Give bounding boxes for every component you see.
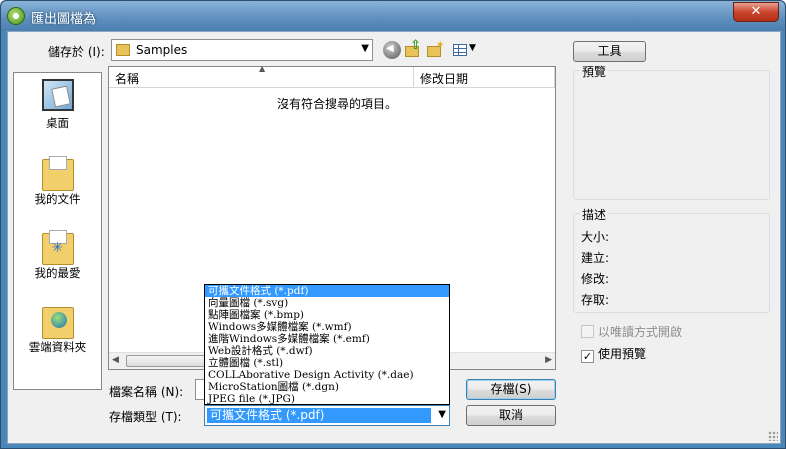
filetype-option[interactable]: JPEG file (*.JPG) <box>205 393 449 405</box>
checkbox-box <box>581 325 594 338</box>
column-header-name[interactable]: ▲ 名稱 <box>109 64 414 88</box>
up-folder-icon[interactable]: ⇧ <box>405 38 423 59</box>
folder-icon <box>116 44 130 56</box>
created-label: 建立: <box>581 251 610 265</box>
filetype-option[interactable]: COLLAborative Design Activity (*.dae) <box>205 369 449 381</box>
filetype-option[interactable]: Windows多媒體檔案 (*.wmf) <box>205 321 449 333</box>
chevron-down-icon[interactable]: ▼ <box>438 409 446 420</box>
place-label: 桌面 <box>46 116 69 130</box>
save-in-value: Samples <box>136 43 188 57</box>
window-title: 匯出圖檔為 <box>31 12 97 27</box>
place-desktop[interactable]: 桌面 <box>14 79 101 131</box>
save-in-combo[interactable]: Samples ▼ <box>111 39 373 61</box>
place-my-documents[interactable]: 我的文件 <box>14 155 101 207</box>
modified-label: 修改: <box>581 272 610 286</box>
preview-title: 預覽 <box>580 63 609 80</box>
app-icon <box>7 7 25 25</box>
filetype-value: 可攜文件格式 (*.pdf) <box>207 408 431 423</box>
save-in-label: 儲存於 (I): <box>48 45 105 59</box>
filetype-option[interactable]: Web設計格式 (*.dwf) <box>205 345 449 357</box>
scroll-left-icon[interactable]: ◀ <box>112 355 119 365</box>
place-label: 雲端資料夾 <box>28 340 87 354</box>
scroll-right-icon[interactable]: ▶ <box>545 355 552 365</box>
filetype-label: 存檔類型 (T): <box>109 410 182 424</box>
place-label: 我的文件 <box>34 192 81 206</box>
description-panel: 描述 大小: 建立: 修改: 存取: <box>573 206 770 313</box>
sort-ascending-icon: ▲ <box>259 64 266 73</box>
description-title: 描述 <box>580 206 609 223</box>
my-documents-icon <box>41 156 74 191</box>
resize-grip-icon[interactable] <box>768 431 778 441</box>
title-bar[interactable]: 匯出圖檔為 ✕ <box>1 1 785 31</box>
place-label: 我的最愛 <box>34 266 81 280</box>
filetype-option[interactable]: 點陣圖檔案 (*.bmp) <box>205 309 449 321</box>
use-preview-checkbox[interactable]: ✓ 使用預覽 <box>581 345 646 363</box>
view-menu-icon[interactable]: ▼ <box>453 41 479 59</box>
filetype-option[interactable]: 立體圖檔 (*.stl) <box>205 357 449 369</box>
cloud-folder-icon <box>41 307 74 339</box>
filetype-option[interactable]: 向量圖檔 (*.svg) <box>205 297 449 309</box>
place-favorites[interactable]: ✳ 我的最愛 <box>14 229 101 281</box>
filetype-option[interactable]: 可攜文件格式 (*.pdf) <box>205 285 449 297</box>
checkmark-icon: ✓ <box>581 350 594 363</box>
dialog-body: 儲存於 (I): Samples ▼ ⇧ ✶ ▼ 桌面 我的文件 ✳ 我的最愛 <box>7 31 781 444</box>
filetype-option[interactable]: MicroStation圖檔 (*.dgn) <box>205 381 449 393</box>
size-label: 大小: <box>581 230 610 244</box>
close-button[interactable]: ✕ <box>733 2 779 22</box>
accessed-label: 存取: <box>581 293 610 307</box>
cancel-button[interactable]: 取消 <box>466 405 556 426</box>
export-dialog-window: 匯出圖檔為 ✕ 儲存於 (I): Samples ▼ ⇧ ✶ ▼ 桌面 我的文件… <box>0 0 786 449</box>
filetype-option[interactable]: 進階Windows多媒體檔案 (*.emf) <box>205 333 449 345</box>
desktop-icon <box>41 79 74 111</box>
preview-panel: 預覽 <box>573 63 770 200</box>
filetype-combo[interactable]: 可攜文件格式 (*.pdf) ▼ <box>204 405 450 426</box>
back-icon[interactable] <box>383 41 401 59</box>
empty-message: 沒有符合搜尋的項目。 <box>277 97 398 111</box>
place-cloud-folder[interactable]: 雲端資料夾 <box>14 303 101 355</box>
save-button[interactable]: 存檔(S) <box>466 379 556 400</box>
filename-label: 檔案名稱 (N): <box>109 385 184 399</box>
readonly-checkbox[interactable]: 以唯讀方式開啟 <box>581 323 682 340</box>
places-bar: 桌面 我的文件 ✳ 我的最愛 雲端資料夾 <box>13 72 102 390</box>
filetype-dropdown-list[interactable]: 可攜文件格式 (*.pdf) 向量圖檔 (*.svg) 點陣圖檔案 (*.bmp… <box>204 284 450 405</box>
new-folder-icon[interactable]: ✶ <box>427 40 445 59</box>
chevron-down-icon[interactable]: ▼ <box>361 43 369 54</box>
tools-button[interactable]: 工具 <box>573 41 646 62</box>
favorites-icon: ✳ <box>41 230 74 265</box>
column-header-modified[interactable]: 修改日期 <box>414 67 555 88</box>
